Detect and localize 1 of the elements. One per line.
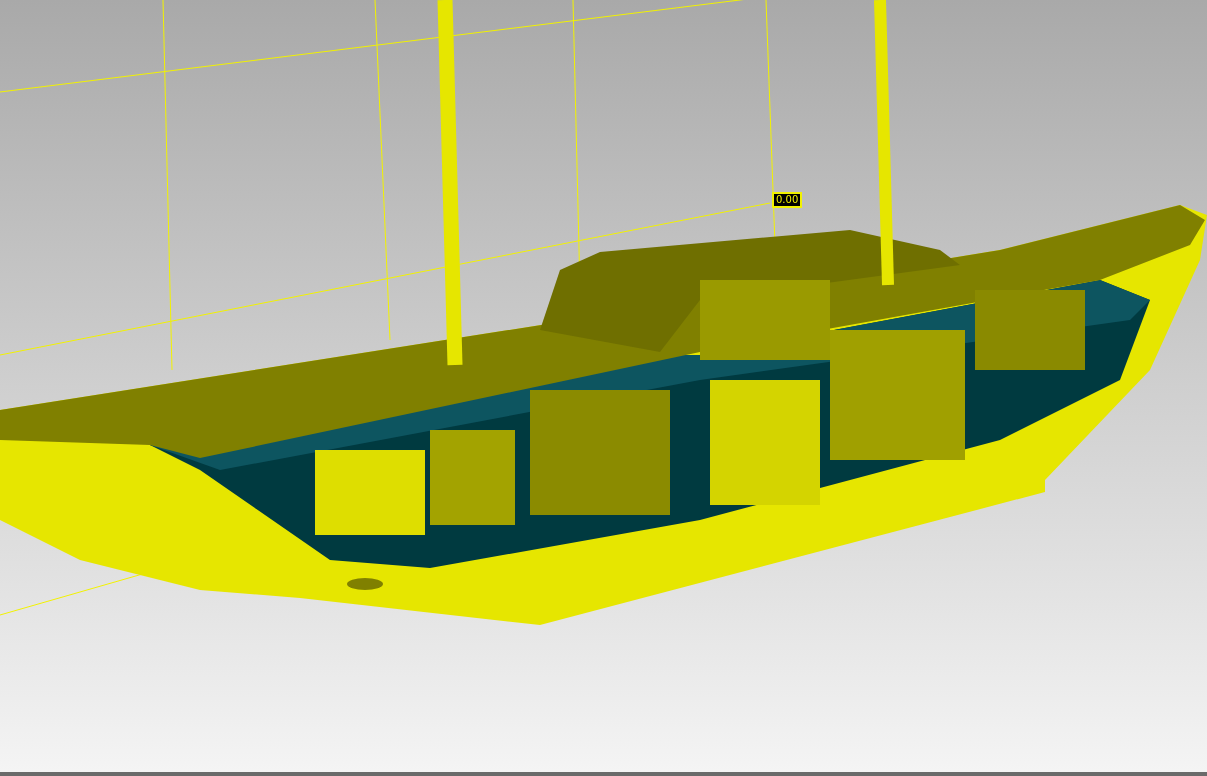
dimension-label: 0.00 [772, 192, 803, 208]
